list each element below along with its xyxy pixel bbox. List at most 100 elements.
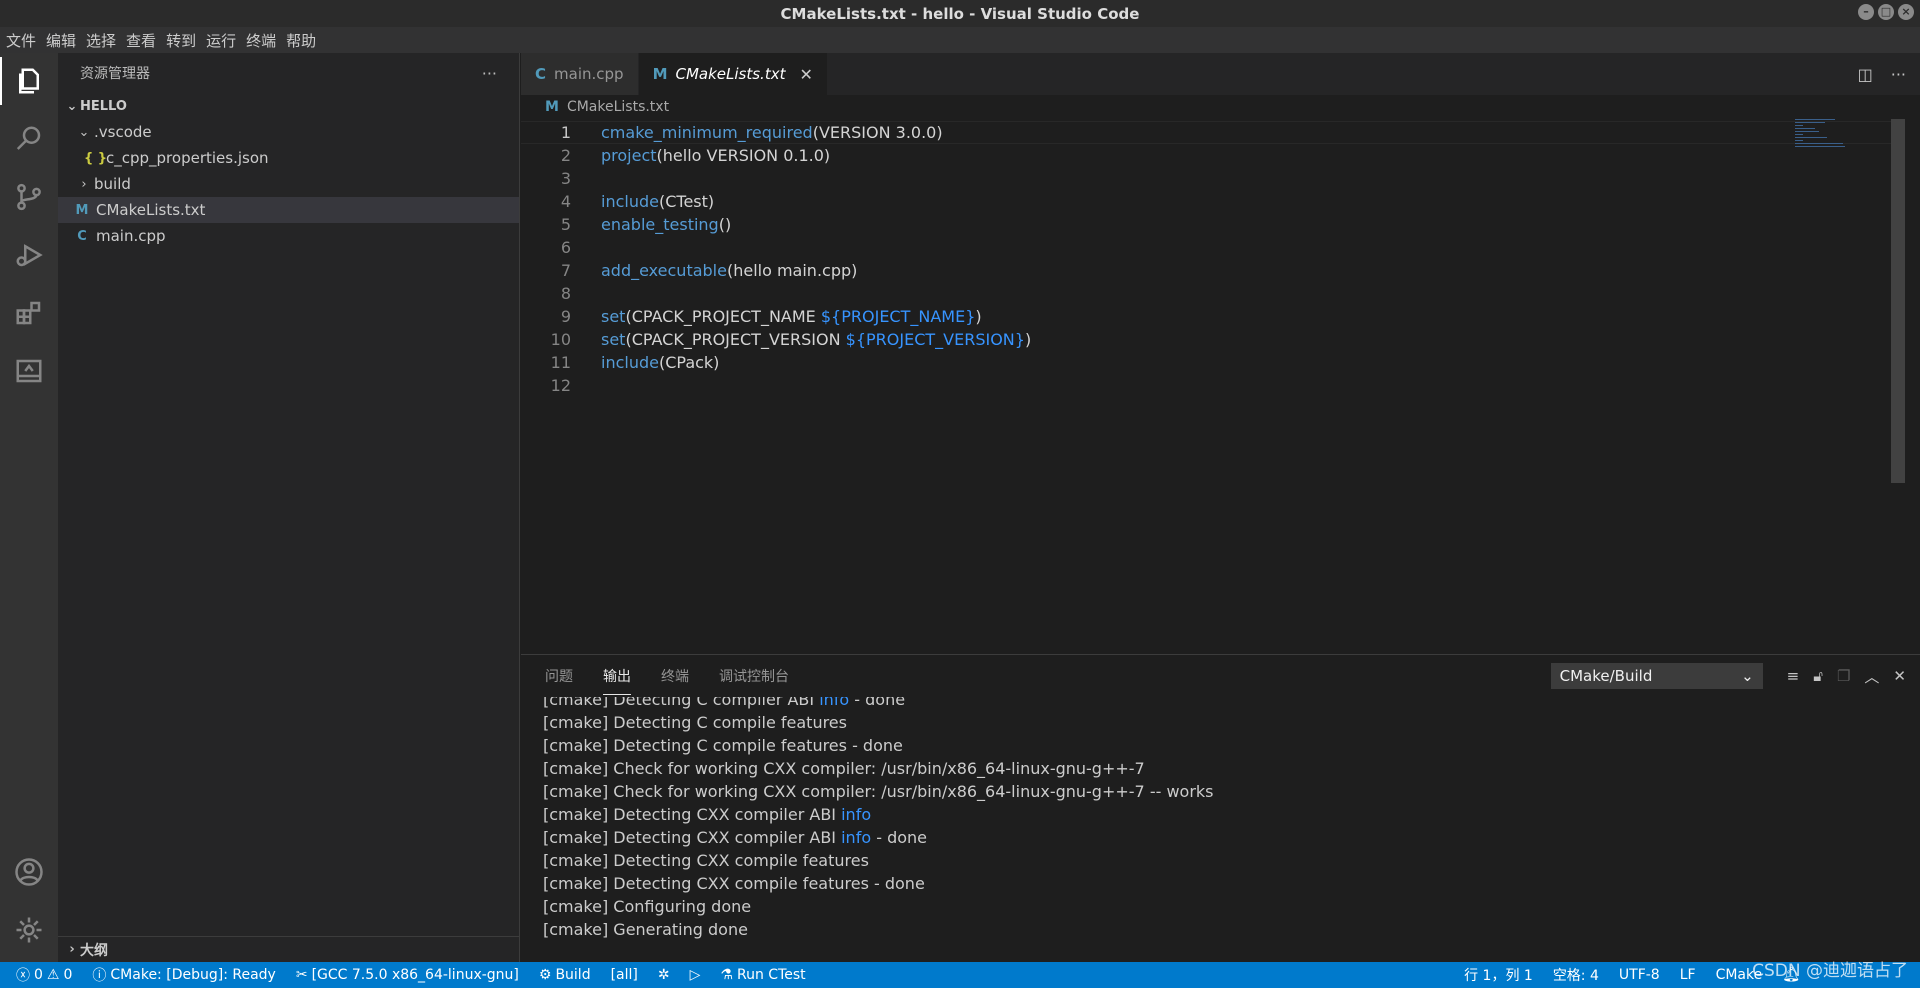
menu-bar: 文件 编辑 选择 查看 转到 运行 终端 帮助 bbox=[0, 27, 1920, 53]
gear-icon: ⚙ bbox=[538, 967, 552, 983]
output-line: [cmake] Detecting CXX compiler ABI info bbox=[543, 805, 872, 824]
split-editor-icon[interactable]: ◫ bbox=[1858, 65, 1873, 84]
line-number: 5 bbox=[560, 215, 571, 234]
tree-item-vscode[interactable]: ⌄ .vscode bbox=[58, 119, 519, 145]
maximize-panel-icon[interactable]: ︿ bbox=[1864, 666, 1879, 687]
tab-debug-console[interactable]: 调试控制台 bbox=[719, 658, 789, 694]
code-line[interactable]: 9 set(CPACK_PROJECT_NAME ${PROJECT_NAME}… bbox=[521, 305, 1905, 328]
tree-item-c-cpp-properties[interactable]: { } c_cpp_properties.json bbox=[58, 145, 519, 171]
minimize-icon[interactable]: – bbox=[1858, 4, 1874, 20]
editor-actions: ◫ ··· bbox=[1858, 53, 1906, 95]
close-window-icon[interactable]: × bbox=[1898, 4, 1914, 20]
line-number: 1 bbox=[560, 123, 571, 142]
code-line[interactable]: 4 include(CTest) bbox=[521, 190, 1905, 213]
launch-button[interactable]: ▷ bbox=[680, 967, 711, 983]
output-log[interactable]: [cmake] Detecting C compiler ABI info - … bbox=[543, 697, 1903, 963]
line-number: 8 bbox=[560, 284, 571, 303]
menu-help[interactable]: 帮助 bbox=[286, 30, 316, 51]
minimap[interactable] bbox=[1795, 119, 1845, 149]
activity-bar bbox=[0, 53, 58, 962]
code-text: include(CPack) bbox=[601, 353, 720, 372]
output-line: [cmake] Check for working CXX compiler: … bbox=[543, 782, 1214, 801]
cursor-position[interactable]: 行 1，列 1 bbox=[1454, 965, 1543, 985]
output-channel-select[interactable]: CMake/Build ⌄ bbox=[1550, 663, 1763, 689]
menu-view[interactable]: 查看 bbox=[126, 30, 156, 51]
tab-label: main.cpp bbox=[554, 65, 624, 83]
breadcrumb-file[interactable]: CMakeLists.txt bbox=[567, 99, 669, 115]
debug-button[interactable]: ✲ bbox=[648, 967, 680, 983]
tab-main-cpp[interactable]: C main.cpp bbox=[521, 53, 639, 95]
cmake-kit[interactable]: ✂ [GCC 7.5.0 x86_64-linux-gnu] bbox=[286, 967, 529, 983]
account-icon[interactable] bbox=[11, 854, 47, 890]
code-line[interactable]: 7 add_executable(hello main.cpp) bbox=[521, 259, 1905, 282]
json-file-icon: { } bbox=[84, 150, 108, 166]
output-line: [cmake] Check for working CXX compiler: … bbox=[543, 759, 1145, 778]
run-debug-icon[interactable] bbox=[11, 237, 47, 273]
output-line: [cmake] Detecting C compile features bbox=[543, 713, 847, 732]
tree-item-main-cpp[interactable]: C main.cpp bbox=[58, 223, 519, 249]
cpp-file-icon: C bbox=[77, 228, 87, 244]
info-icon: ⓘ bbox=[92, 968, 107, 984]
search-icon[interactable] bbox=[11, 121, 47, 157]
run-ctest-button[interactable]: ⚗ Run CTest bbox=[710, 967, 815, 983]
settings-gear-icon[interactable] bbox=[11, 912, 47, 948]
lock-scroll-icon[interactable]: 🔓︎ bbox=[1813, 667, 1823, 685]
code-line[interactable]: 6 bbox=[521, 236, 1905, 259]
tab-output[interactable]: 输出 bbox=[603, 658, 631, 695]
more-actions-icon[interactable]: ··· bbox=[1891, 65, 1906, 84]
menu-selection[interactable]: 选择 bbox=[86, 30, 116, 51]
code-line[interactable]: 3 bbox=[521, 167, 1905, 190]
indentation[interactable]: 空格: 4 bbox=[1543, 965, 1609, 985]
bottom-panel: 问题 输出 终端 调试控制台 CMake/Build ⌄ ≡ 🔓︎ ❐ ︿ ✕ … bbox=[521, 654, 1920, 962]
code-line[interactable]: 12 bbox=[521, 374, 1905, 397]
open-log-icon[interactable]: ❐ bbox=[1837, 667, 1850, 685]
menu-run[interactable]: 运行 bbox=[206, 30, 236, 51]
cmake-status[interactable]: ⓘ CMake: [Debug]: Ready bbox=[82, 965, 285, 985]
flask-icon: ⚗ bbox=[720, 967, 733, 983]
code-line[interactable]: 10 set(CPACK_PROJECT_VERSION ${PROJECT_V… bbox=[521, 328, 1905, 351]
code-line[interactable]: 8 bbox=[521, 282, 1905, 305]
remote-explorer-icon[interactable] bbox=[11, 353, 47, 389]
menu-go[interactable]: 转到 bbox=[166, 30, 196, 51]
extensions-icon[interactable] bbox=[11, 295, 47, 331]
editor-scrollbar[interactable] bbox=[1891, 119, 1905, 483]
menu-terminal[interactable]: 终端 bbox=[246, 30, 276, 51]
window-title: CMakeLists.txt - hello - Visual Studio C… bbox=[780, 4, 1140, 23]
more-actions-icon[interactable]: ··· bbox=[482, 64, 497, 83]
output-line: [cmake] Configuring done bbox=[543, 897, 752, 916]
tree-item-label: main.cpp bbox=[96, 227, 166, 245]
code-line[interactable]: 5 enable_testing() bbox=[521, 213, 1905, 236]
line-number: 11 bbox=[550, 353, 571, 372]
tab-cmakelists[interactable]: M CMakeLists.txt ✕ bbox=[638, 53, 828, 95]
explorer-root-folder[interactable]: ⌄ HELLO bbox=[58, 93, 519, 119]
problems-status[interactable]: ⓧ 0 ⚠ 0 bbox=[0, 965, 82, 985]
clear-output-icon[interactable]: ≡ bbox=[1787, 667, 1800, 685]
root-folder-label: HELLO bbox=[80, 98, 127, 114]
menu-file[interactable]: 文件 bbox=[6, 30, 36, 51]
maximize-icon[interactable]: □ bbox=[1878, 4, 1894, 20]
line-number: 3 bbox=[560, 169, 571, 188]
outline-section[interactable]: › 大纲 bbox=[58, 936, 519, 962]
chevron-down-icon: ⌄ bbox=[1741, 667, 1754, 685]
files-icon[interactable] bbox=[11, 63, 47, 99]
encoding[interactable]: UTF-8 bbox=[1609, 967, 1670, 983]
tab-label: CMakeLists.txt bbox=[675, 65, 786, 83]
source-control-icon[interactable] bbox=[11, 179, 47, 215]
breadcrumb[interactable]: M CMakeLists.txt bbox=[521, 95, 1920, 119]
code-line[interactable]: 11 include(CPack) bbox=[521, 351, 1905, 374]
code-line[interactable]: 2 project(hello VERSION 0.1.0) bbox=[521, 144, 1905, 167]
tab-problems[interactable]: 问题 bbox=[545, 658, 573, 694]
line-number: 10 bbox=[550, 330, 571, 349]
tab-terminal[interactable]: 终端 bbox=[661, 658, 689, 694]
tree-item-cmakelists[interactable]: M CMakeLists.txt bbox=[58, 197, 519, 223]
build-button[interactable]: ⚙ Build bbox=[529, 967, 601, 983]
close-panel-icon[interactable]: ✕ bbox=[1893, 667, 1906, 685]
build-target[interactable]: [all] bbox=[601, 967, 648, 983]
menu-edit[interactable]: 编辑 bbox=[46, 30, 76, 51]
output-line: [cmake] Detecting C compiler ABI info - … bbox=[543, 697, 906, 709]
end-of-line[interactable]: LF bbox=[1670, 967, 1706, 983]
code-editor[interactable]: 1 cmake_minimum_required(VERSION 3.0.0) … bbox=[521, 119, 1905, 654]
tree-item-build[interactable]: › build bbox=[58, 171, 519, 197]
close-tab-icon[interactable]: ✕ bbox=[799, 65, 812, 84]
code-line[interactable]: 1 cmake_minimum_required(VERSION 3.0.0) bbox=[521, 121, 1905, 144]
